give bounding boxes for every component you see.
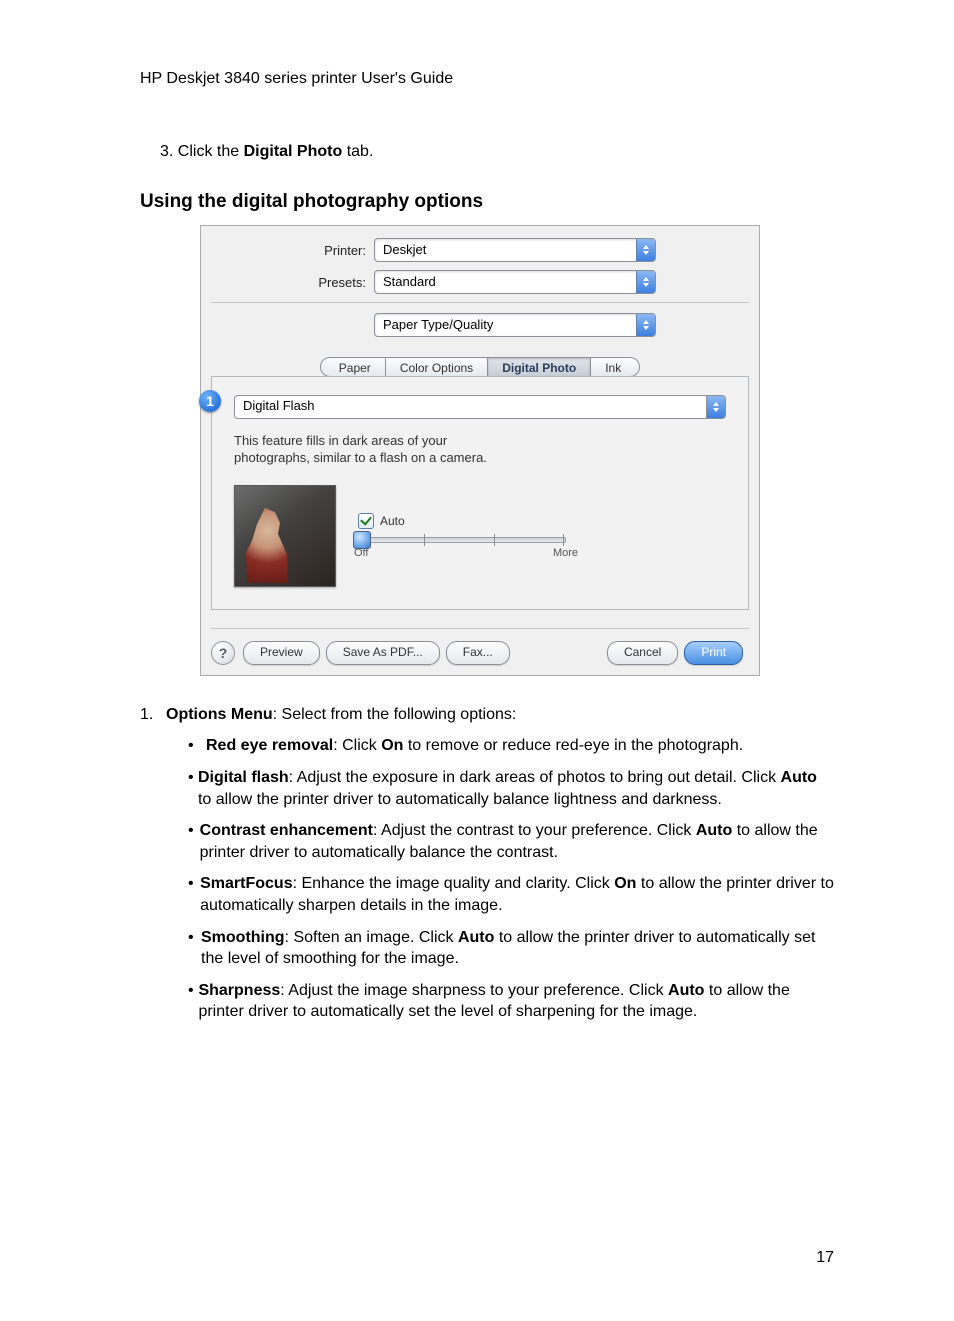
step-bold: Digital Photo <box>244 143 343 160</box>
dropdown-icon <box>636 239 655 261</box>
tab-digital-photo[interactable]: Digital Photo <box>488 357 591 377</box>
desc-line-2: photographs, similar to a flash on a cam… <box>234 450 487 465</box>
slider-knob[interactable] <box>353 531 371 549</box>
print-button[interactable]: Print <box>684 641 743 665</box>
list-item: • SmartFocus: Enhance the image quality … <box>188 873 834 916</box>
step-3: 3. Click the Digital Photo tab. <box>160 143 834 161</box>
list-lead-rest: : Select from the following options: <box>273 706 517 723</box>
item-title: Contrast enhancement <box>200 822 373 839</box>
preview-button[interactable]: Preview <box>243 641 320 665</box>
panel-select[interactable]: Paper Type/Quality <box>374 313 656 337</box>
fax-button[interactable]: Fax... <box>446 641 510 665</box>
item-title: Red eye removal <box>206 737 333 754</box>
option-select[interactable] <box>707 395 726 419</box>
preview-thumbnail <box>234 485 336 587</box>
item-title: SmartFocus <box>200 875 292 892</box>
intensity-slider[interactable] <box>354 537 578 543</box>
list-number: 1. <box>140 704 166 726</box>
item-title: Sharpness <box>198 982 280 999</box>
auto-checkbox[interactable] <box>358 513 374 529</box>
printer-value: Deskjet <box>375 239 636 261</box>
slider-max-label: More <box>553 547 578 559</box>
presets-select[interactable]: Standard <box>374 270 656 294</box>
callout-1: 1 <box>199 390 221 412</box>
bullet-icon: • <box>188 873 200 916</box>
option-name: Digital Flash <box>234 395 707 419</box>
panel-value: Paper Type/Quality <box>375 314 636 336</box>
page-number: 17 <box>816 1249 834 1267</box>
digital-photo-pane: 1 Digital Flash This feature fills in da… <box>211 376 749 610</box>
list-item: • Smoothing: Soften an image. Click Auto… <box>188 927 834 970</box>
printer-label: Printer: <box>211 243 374 258</box>
help-button[interactable]: ? <box>211 641 235 665</box>
running-header: HP Deskjet 3840 series printer User's Gu… <box>140 70 834 88</box>
options-explanation: 1. Options Menu: Select from the followi… <box>140 704 834 1023</box>
item-title: Smoothing <box>201 929 285 946</box>
step-prefix: 3. Click the <box>160 143 244 160</box>
list-item: • Digital flash: Adjust the exposure in … <box>188 767 834 810</box>
dropdown-icon <box>707 396 725 418</box>
tabs: Paper Color Options Digital Photo Ink <box>211 357 749 377</box>
presets-value: Standard <box>375 271 636 293</box>
cancel-button[interactable]: Cancel <box>607 641 678 665</box>
separator <box>211 628 749 629</box>
presets-label: Presets: <box>211 275 374 290</box>
bullet-icon: • <box>188 980 198 1023</box>
list-item: • Sharpness: Adjust the image sharpness … <box>188 980 834 1023</box>
tab-ink[interactable]: Ink <box>591 357 640 377</box>
tab-paper[interactable]: Paper <box>320 357 386 377</box>
tab-color-options[interactable]: Color Options <box>386 357 488 377</box>
print-dialog: Printer: Deskjet Presets: Standard Paper… <box>200 225 760 676</box>
dropdown-icon <box>636 271 655 293</box>
separator <box>211 302 749 303</box>
item-title: Digital flash <box>198 769 289 786</box>
bullet-icon: • <box>188 735 206 757</box>
dropdown-icon <box>636 314 655 336</box>
section-title: Using the digital photography options <box>140 191 834 213</box>
list-item: • Red eye removal: Click On to remove or… <box>188 735 834 757</box>
list-lead-bold: Options Menu <box>166 706 273 723</box>
bullet-icon: • <box>188 820 200 863</box>
option-description: This feature fills in dark areas of your… <box>234 433 726 467</box>
step-suffix: tab. <box>342 143 373 160</box>
desc-line-1: This feature fills in dark areas of your <box>234 433 447 448</box>
bullet-icon: • <box>188 767 198 810</box>
bullet-icon: • <box>188 927 201 970</box>
save-as-pdf-button[interactable]: Save As PDF... <box>326 641 440 665</box>
auto-label: Auto <box>380 514 405 528</box>
list-item: • Contrast enhancement: Adjust the contr… <box>188 820 834 863</box>
printer-select[interactable]: Deskjet <box>374 238 656 262</box>
